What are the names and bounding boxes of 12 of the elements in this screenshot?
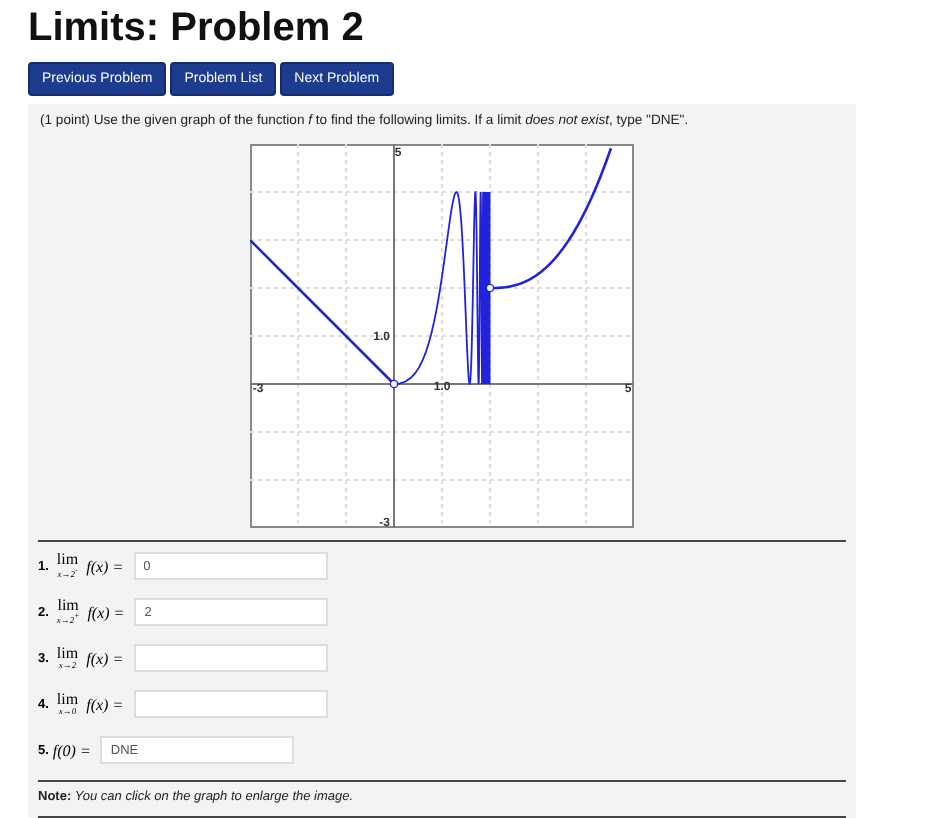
answer-field[interactable] [133,690,328,718]
math-expression: f(x) = [86,649,124,667]
answer-field[interactable] [133,644,328,672]
math-expression: f(x) = [86,557,124,575]
limit-operator: lim [57,598,79,614]
limit-operator: lim [56,552,79,568]
page-title: Limits: Problem 2 [28,4,366,54]
limit-operator: lim [56,691,79,708]
math-expression: f(x) = [86,695,124,713]
math-expression: f(x) = [87,603,125,621]
limit-operator: lim [56,645,79,662]
math-expression: f(0) = [52,741,91,759]
